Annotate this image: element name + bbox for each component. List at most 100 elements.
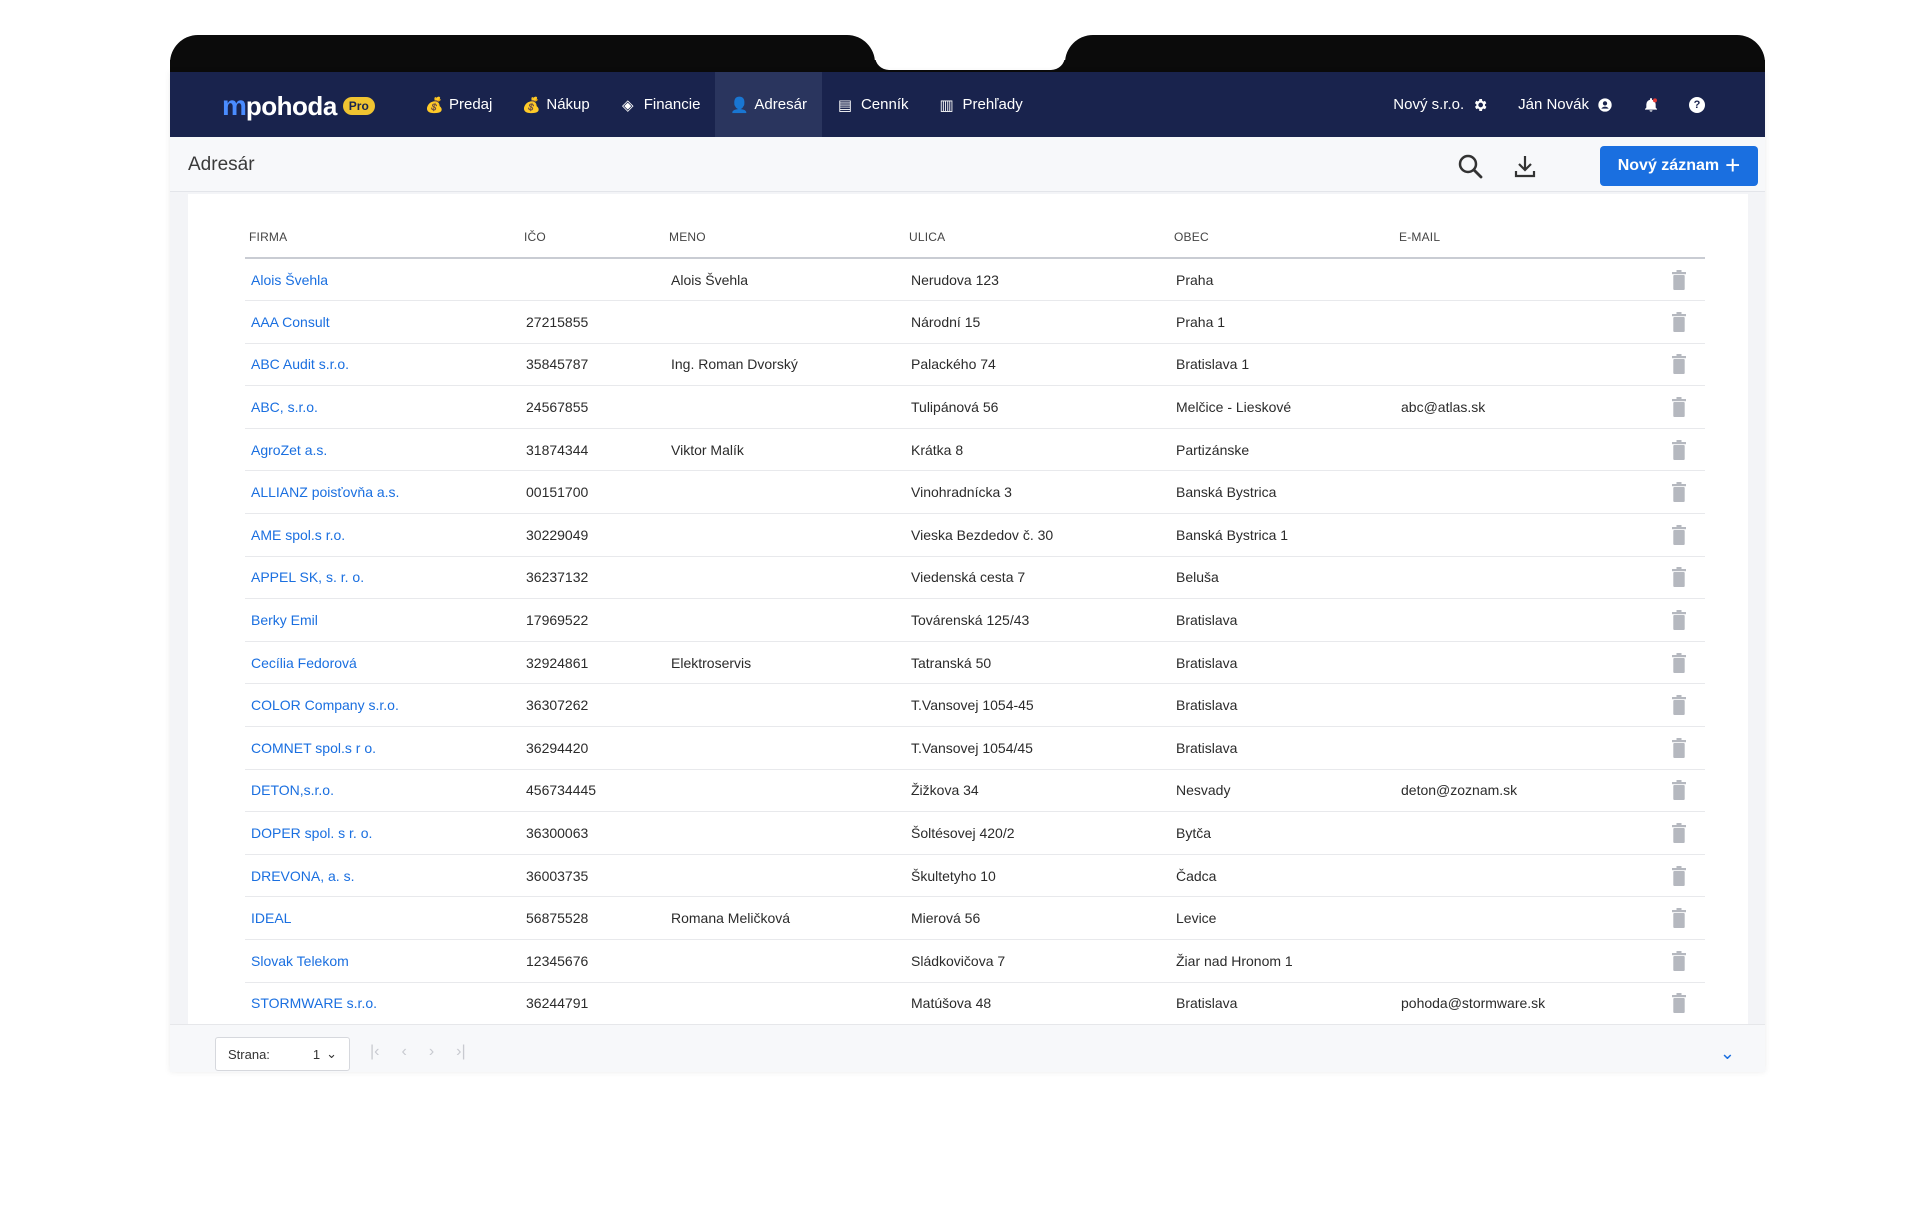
table-row[interactable]: Berky Emil 17969522 Továrenská 125/43 Brati… [245, 598, 1705, 642]
table-row[interactable]: ABC Audit s.r.o. 35845787 Ing. Roman Dvors… [245, 343, 1705, 387]
firm-cell[interactable]: COLOR Company s.r.o. [245, 683, 520, 728]
firm-cell[interactable]: STORMWARE s.r.o. [245, 982, 520, 1026]
column-header[interactable]: FIRMA [245, 216, 520, 259]
trash-icon[interactable] [1671, 779, 1687, 801]
trash-icon[interactable] [1671, 865, 1687, 887]
column-header[interactable]: E-MAIL [1395, 216, 1615, 259]
page-title: Adresár [188, 154, 255, 175]
table-body: Alois Švehla Alois Švehla Nerudova 123 Prah… [245, 258, 1705, 1026]
nav-item-person[interactable]: 👤 Adresár [715, 72, 822, 137]
ico-cell: 36244791 [520, 982, 665, 1026]
firm-cell[interactable]: Alois Švehla [245, 258, 520, 302]
table-row[interactable]: AgroZet a.s. 31874344 Viktor Malík Krátka 8… [245, 428, 1705, 472]
firm-cell[interactable]: DOPER spol. s r. o. [245, 811, 520, 855]
brand-logo[interactable]: m pohoda Pro [222, 90, 375, 122]
finance-icon: ◈ [621, 96, 634, 114]
delete-cell [1615, 343, 1705, 387]
prev-page-icon[interactable]: ‹ [401, 1043, 406, 1061]
table-row[interactable]: Alois Švehla Alois Švehla Nerudova 123 Prah… [245, 258, 1705, 302]
last-page-icon[interactable]: ›| [456, 1043, 465, 1061]
firm-cell[interactable]: APPEL SK, s. r. o. [245, 556, 520, 600]
trash-icon[interactable] [1671, 822, 1687, 844]
trash-icon[interactable] [1671, 524, 1687, 546]
name-cell [665, 598, 905, 642]
firm-cell[interactable]: ALLIANZ poisťovňa a.s. [245, 470, 520, 515]
firm-cell[interactable]: AgroZet a.s. [245, 428, 520, 472]
table-row[interactable]: AME spol.s r.o. 30229049 Vieska Bezdedov č… [245, 513, 1705, 557]
first-page-icon[interactable]: |‹ [370, 1043, 379, 1061]
nav-item-purchase[interactable]: 💰 Nákup [507, 72, 604, 137]
bell-icon[interactable] [1643, 97, 1659, 113]
trash-icon[interactable] [1671, 311, 1687, 333]
trash-icon[interactable] [1671, 269, 1687, 291]
trash-icon[interactable] [1671, 737, 1687, 759]
firm-cell[interactable]: COMNET spol.s r o. [245, 726, 520, 770]
email-cell [1395, 470, 1615, 515]
street-cell: Škultetyho 10 [905, 854, 1170, 898]
firm-cell[interactable]: Slovak Telekom [245, 939, 520, 983]
column-header[interactable]: MENO [665, 216, 905, 259]
trash-icon[interactable] [1671, 396, 1687, 418]
help-icon[interactable]: ? [1689, 96, 1705, 113]
next-page-icon[interactable]: › [429, 1043, 434, 1061]
page-select-value: 1 [312, 1046, 321, 1062]
new-record-button[interactable]: Nový záznam + [1600, 146, 1758, 186]
table-row[interactable]: DOPER spol. s r. o. 36300063 Šoltésovej 42… [245, 811, 1705, 855]
firm-cell[interactable]: ABC Audit s.r.o. [245, 343, 520, 387]
nav-item-chart[interactable]: ▥ Prehľady [923, 72, 1037, 137]
table-row[interactable]: STORMWARE s.r.o. 36244791 Matúšova 48 Brati… [245, 982, 1705, 1026]
table-row[interactable]: ABC, s.r.o. 24567855 Tulipánová 56 Melčice … [245, 385, 1705, 429]
table-row[interactable]: IDEAL 56875528 Romana Meličková Mierová 56 L… [245, 896, 1705, 940]
trash-icon[interactable] [1671, 353, 1687, 375]
delete-cell [1615, 428, 1705, 472]
firm-cell[interactable]: AAA Consult [245, 300, 520, 344]
trash-icon[interactable] [1671, 652, 1687, 674]
column-header[interactable]: OBEC [1170, 216, 1395, 259]
city-cell: Praha [1170, 258, 1395, 302]
page-select[interactable]: Strana: 1 ⌄ [215, 1037, 350, 1071]
table-row[interactable]: Slovak Telekom 12345676 Sládkovičova 7 Žiar… [245, 939, 1705, 983]
table-row[interactable]: Cecília Fedorová 32924861 Elektroservis Tat… [245, 641, 1705, 685]
org-switcher[interactable]: Nový s.r.o. [1393, 96, 1488, 113]
table-row[interactable]: COLOR Company s.r.o. 36307262 T.Vansovej 1… [245, 683, 1705, 728]
page-select-label: Strana: [228, 1046, 270, 1062]
trash-icon[interactable] [1671, 992, 1687, 1014]
table-row[interactable]: DETON,s.r.o. 456734445 Žižkova 34 Nesvady de… [245, 769, 1705, 813]
firm-cell[interactable]: AME spol.s r.o. [245, 513, 520, 557]
nav-item-finance[interactable]: ◈ Financie [605, 72, 716, 137]
column-header[interactable]: ULICA [905, 216, 1170, 259]
expand-chevron-icon[interactable]: ⌄ [1720, 1043, 1735, 1064]
table-row[interactable]: AAA Consult 27215855 Národní 15 Praha 1 [245, 300, 1705, 344]
nav-item-sales[interactable]: 💰 Predaj [410, 72, 507, 137]
trash-icon[interactable] [1671, 694, 1687, 716]
firm-cell[interactable]: Cecília Fedorová [245, 641, 520, 685]
table-row[interactable]: COMNET spol.s r o. 36294420 T.Vansovej 105… [245, 726, 1705, 770]
trash-icon[interactable] [1671, 950, 1687, 972]
table-row[interactable]: ALLIANZ poisťovňa a.s. 00151700 Vinohradní… [245, 470, 1705, 515]
firm-cell[interactable]: IDEAL [245, 896, 520, 940]
table-row[interactable]: APPEL SK, s. r. o. 36237132 Viedenská cest… [245, 556, 1705, 600]
download-icon[interactable] [1510, 151, 1540, 181]
ico-cell: 36237132 [520, 556, 665, 600]
trash-icon[interactable] [1671, 439, 1687, 461]
account-circle-icon [1598, 97, 1612, 112]
street-cell: Šoltésovej 420/2 [905, 811, 1170, 855]
table-row[interactable]: DREVONA, a. s. 36003735 Škultetyho 10 Čadca [245, 854, 1705, 898]
name-cell [665, 470, 905, 515]
trash-icon[interactable] [1671, 566, 1687, 588]
trash-icon[interactable] [1671, 907, 1687, 929]
firm-cell[interactable]: DREVONA, a. s. [245, 854, 520, 898]
search-icon[interactable] [1455, 151, 1485, 181]
city-cell: Bratislava [1170, 641, 1395, 685]
user-menu[interactable]: Ján Novák [1518, 96, 1613, 113]
firm-cell[interactable]: DETON,s.r.o. [245, 769, 520, 813]
trash-icon[interactable] [1671, 609, 1687, 631]
column-header[interactable]: IČO [520, 216, 665, 259]
trash-icon[interactable] [1671, 481, 1687, 503]
firm-cell[interactable]: ABC, s.r.o. [245, 385, 520, 429]
city-cell: Banská Bystrica 1 [1170, 513, 1395, 557]
new-record-label: Nový záznam [1617, 157, 1720, 174]
email-cell [1395, 683, 1615, 728]
firm-cell[interactable]: Berky Emil [245, 598, 520, 642]
nav-item-pricelist[interactable]: ▤ Cenník [822, 72, 924, 137]
